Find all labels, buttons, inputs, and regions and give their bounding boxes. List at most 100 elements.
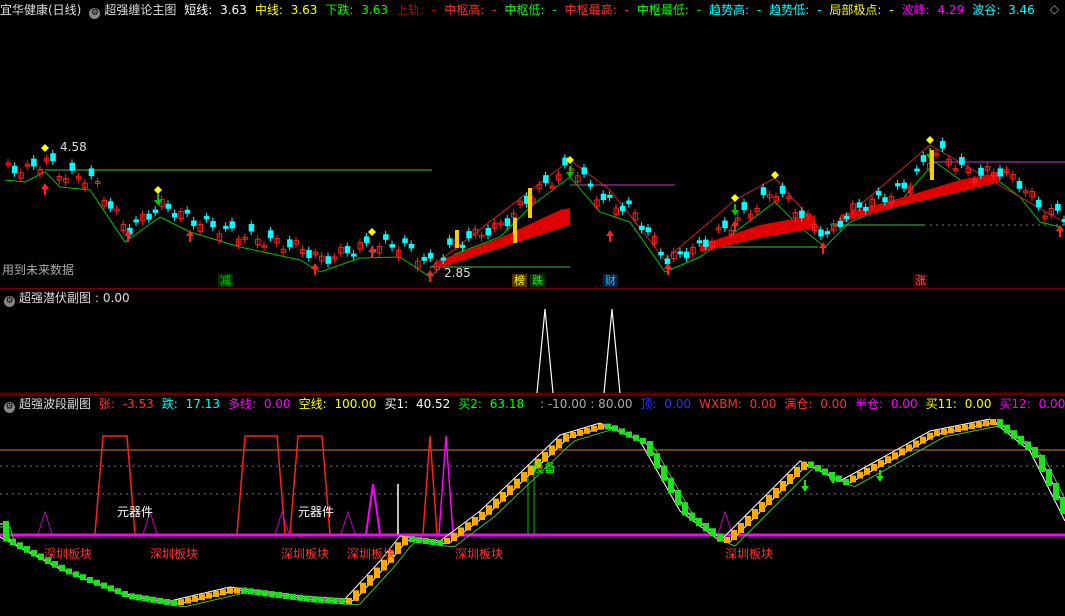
gear-icon[interactable]: ⚙ bbox=[89, 8, 101, 19]
peak-diamond-icon bbox=[154, 186, 162, 194]
sub2-indicator-values: 张: -3.53 跌: 17.13 多线: 0.00 空线: 100.00 买1: 40… bbox=[99, 397, 1065, 411]
value-number: - bbox=[548, 3, 557, 17]
candle bbox=[741, 202, 747, 211]
value-number: - bbox=[620, 3, 629, 17]
osc-block bbox=[486, 505, 492, 515]
candle bbox=[856, 202, 863, 208]
osc-block bbox=[801, 461, 807, 470]
buy-arrow-icon bbox=[606, 230, 614, 242]
osc-block bbox=[73, 571, 79, 578]
osc-block bbox=[752, 509, 758, 519]
value-number: - bbox=[813, 3, 822, 17]
osc-block bbox=[339, 598, 345, 605]
osc-block bbox=[297, 594, 303, 601]
osc-block bbox=[507, 485, 513, 495]
candle bbox=[1016, 180, 1023, 189]
value-number: 40.52 bbox=[412, 397, 451, 411]
osc-block bbox=[864, 467, 870, 475]
value-number: 4.29 bbox=[933, 3, 965, 17]
osc-block bbox=[850, 475, 856, 483]
osc-block bbox=[927, 432, 933, 440]
candle bbox=[619, 205, 626, 212]
osc-line-white bbox=[0, 418, 1065, 602]
osc-block bbox=[1032, 447, 1038, 458]
sub2-indicator-name[interactable]: 超强波段副图 bbox=[19, 397, 91, 411]
peak-diamond-icon bbox=[731, 194, 739, 202]
osc-block bbox=[703, 523, 709, 532]
osc-block bbox=[668, 477, 674, 493]
candle bbox=[402, 238, 408, 244]
osc-block bbox=[990, 419, 996, 425]
osc-block bbox=[213, 590, 219, 597]
candle bbox=[223, 225, 229, 229]
osc-block bbox=[773, 488, 779, 498]
osc-block bbox=[395, 542, 401, 554]
value-item: 波谷: bbox=[972, 3, 1001, 17]
candle bbox=[440, 257, 447, 261]
value-item: 空线: bbox=[298, 397, 327, 411]
osc-block bbox=[612, 425, 618, 432]
sub1-indicator-name[interactable]: 超强潜伏副图 bbox=[19, 291, 91, 305]
candle bbox=[914, 168, 920, 172]
gear-icon[interactable]: ⚙ bbox=[4, 402, 15, 413]
osc-block bbox=[647, 441, 653, 457]
candle bbox=[351, 253, 357, 257]
candle bbox=[447, 238, 453, 245]
sub1-chart[interactable] bbox=[0, 306, 1065, 394]
osc-block bbox=[941, 428, 947, 435]
osc-block bbox=[171, 600, 177, 607]
sell-arrow-icon bbox=[154, 194, 162, 206]
value-item: 局部极点: bbox=[829, 3, 882, 17]
peak-diamond-icon bbox=[41, 144, 49, 152]
osc-block bbox=[787, 474, 793, 484]
candle bbox=[421, 257, 427, 261]
osc-block bbox=[1060, 497, 1065, 514]
osc-block bbox=[500, 492, 506, 502]
osc-block bbox=[234, 587, 240, 594]
value-item: 跌: bbox=[161, 397, 178, 411]
osc-block bbox=[52, 561, 58, 568]
osc-block bbox=[885, 456, 891, 464]
osc-block bbox=[290, 593, 296, 600]
candle bbox=[600, 193, 607, 201]
osc-block bbox=[101, 582, 107, 589]
sub2-chart[interactable] bbox=[0, 414, 1065, 616]
value-item: 买2: bbox=[458, 397, 482, 411]
chevron-left-icon[interactable]: ◇ bbox=[1050, 2, 1059, 16]
annotation-shenzhen-1: 深圳板块 bbox=[44, 547, 93, 561]
annotation-shenzhen-2: 深圳板块 bbox=[150, 547, 199, 561]
candle bbox=[997, 168, 1003, 177]
value-number: : -10.00 : 80.00 bbox=[536, 397, 633, 411]
candle bbox=[408, 243, 415, 249]
osc-block bbox=[444, 538, 450, 544]
value-item: 半仓: bbox=[855, 397, 884, 411]
osc-block bbox=[423, 538, 429, 544]
candle bbox=[658, 251, 664, 256]
value-item: 中枢低: bbox=[504, 3, 545, 17]
value-number: - bbox=[428, 3, 437, 17]
osc-block bbox=[220, 589, 226, 596]
osc-block bbox=[591, 425, 597, 432]
candle bbox=[587, 183, 594, 187]
candle bbox=[677, 251, 683, 255]
osc-block bbox=[514, 478, 520, 489]
osc-block bbox=[493, 498, 499, 509]
main-candle-chart[interactable] bbox=[0, 20, 1065, 288]
candle bbox=[11, 165, 18, 174]
value-number: - bbox=[885, 3, 894, 17]
osc-block bbox=[332, 597, 338, 604]
candle bbox=[306, 250, 312, 259]
sub1-header: ⚙ 超强潜伏副图: 0.00 bbox=[0, 288, 1065, 308]
highlight-bar bbox=[528, 188, 532, 218]
osc-block bbox=[710, 528, 716, 537]
value-number: - bbox=[753, 3, 762, 17]
main-header: 宜华健康(日线) ⚙ 超强缠论主图 短线: 3.63 中线: 3.63 下跌: 3.63… bbox=[0, 0, 1065, 20]
main-indicator-name[interactable]: 超强缠论主图 bbox=[104, 3, 176, 17]
spike-signal bbox=[422, 435, 438, 535]
osc-block bbox=[836, 475, 842, 482]
osc-block bbox=[402, 536, 408, 546]
candle bbox=[543, 175, 549, 184]
buy-arrow-icon bbox=[664, 263, 672, 275]
stock-title[interactable]: 宜华健康(日线) bbox=[0, 3, 81, 17]
osc-block bbox=[1004, 424, 1010, 434]
